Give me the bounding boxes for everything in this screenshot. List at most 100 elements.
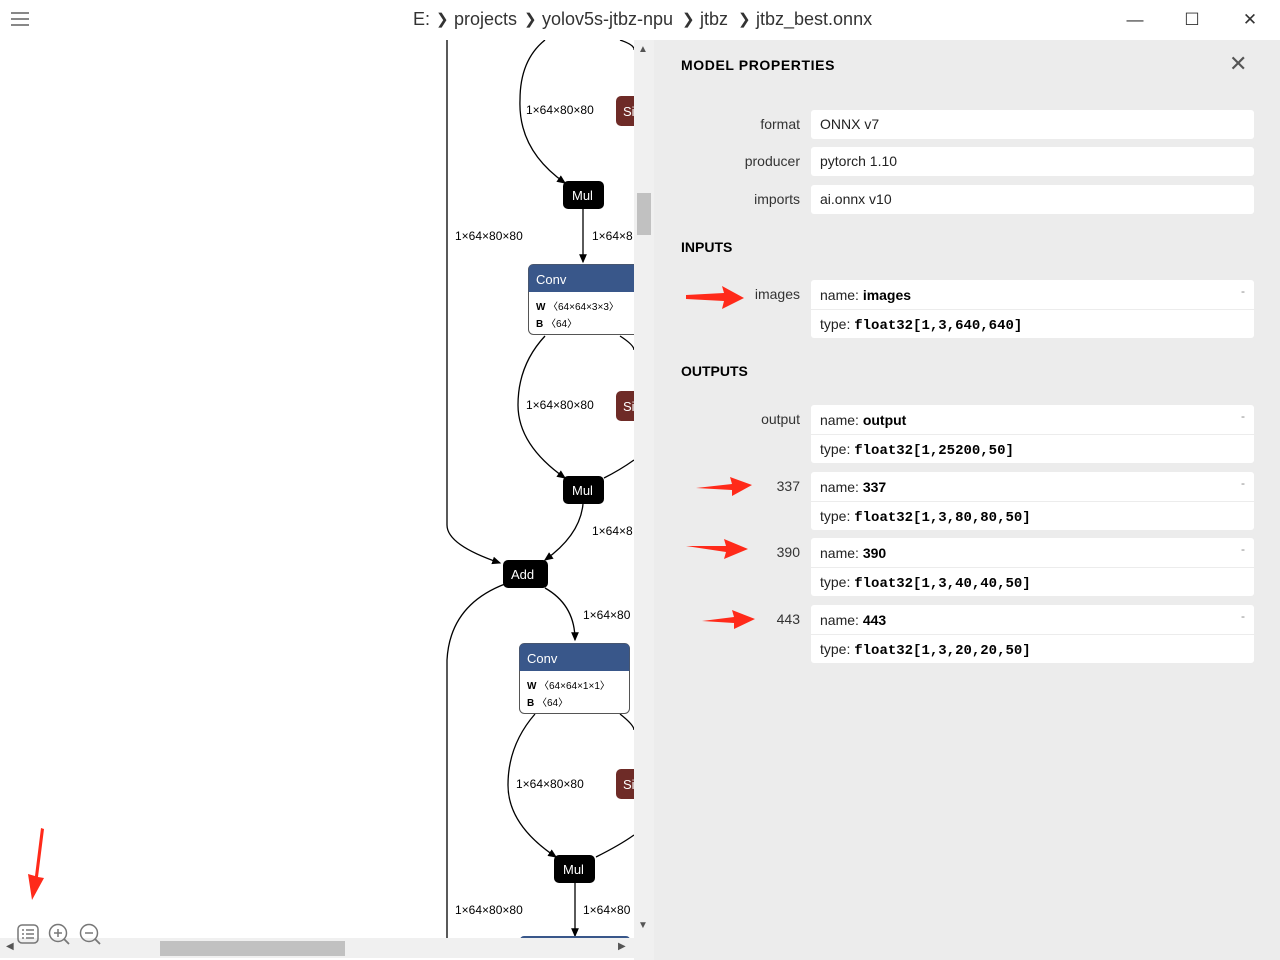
input-argument-images[interactable]: name: images - type: float32[1,3,640,640… [811,280,1254,338]
menu-button[interactable] [8,8,32,32]
chevron-right-icon: ❯ [738,11,751,28]
annotation-arrow-icon [696,477,752,496]
graph-edge [619,40,634,50]
edge-label: 1×64×8 [592,229,633,243]
expand-toggle[interactable]: - [1241,609,1245,623]
argument-name-row: name: output [820,412,907,428]
svg-text:Si: Si [623,777,634,792]
output-argument-443[interactable]: name: 443 - type: float32[1,3,20,20,50] [811,605,1254,663]
svg-text:Mul: Mul [572,483,593,498]
scroll-left-icon[interactable]: ◀ [6,941,14,952]
panel-title: MODEL PROPERTIES [681,57,836,73]
zoom-in-icon[interactable] [47,922,71,946]
argument-name-row: name: 337 [820,479,887,495]
zoom-out-icon[interactable] [78,922,102,946]
breadcrumb-projects[interactable]: projects [454,9,517,30]
horizontal-scroll-thumb[interactable] [160,941,345,956]
prop-label-format: format [760,116,800,132]
svg-text:〈64×64×1×1〉: 〈64×64×1×1〉 [539,680,610,692]
edge-label: 1×64×80×80 [455,229,523,243]
conv-node[interactable]: Conv W 〈64×64×1×1〉 B 〈64〉 [519,643,630,714]
svg-text:〈64〉: 〈64〉 [537,697,568,709]
edge-label: 1×64×80×80 [526,398,594,412]
vertical-scroll-thumb[interactable] [637,193,651,235]
outputs-header: OUTPUTS [681,363,748,379]
graph-edge [619,713,634,731]
svg-text:〈64×64×3×3〉: 〈64×64×3×3〉 [548,301,619,313]
argument-type-row: type: float32[1,3,20,20,50] [820,641,1031,659]
close-window-button[interactable]: ✕ [1235,7,1265,33]
graph-edge [543,503,584,561]
expand-toggle[interactable]: - [1241,476,1245,490]
argument-name-row: name: images [820,287,912,303]
svg-text:W: W [527,681,537,692]
expand-toggle[interactable]: - [1241,409,1245,423]
edge-label: 1×64×80×80 [455,903,523,917]
scroll-down-icon[interactable]: ▼ [638,920,648,931]
svg-text:Si: Si [623,399,634,414]
graph-edge [595,834,634,858]
graph-svg: 1×64×80×80 1×64×80×80 1×64×8 1×64×80×80 … [446,40,635,938]
annotation-arrow-icon [686,286,744,309]
mul-node[interactable]: Mul [563,181,604,209]
minimize-button[interactable]: — [1120,7,1150,33]
output-argument-390[interactable]: name: 390 - type: float32[1,3,40,40,50] [811,538,1254,596]
chevron-right-icon: ❯ [682,11,695,28]
expand-toggle[interactable]: - [1241,542,1245,556]
edge-label: 1×64×80×80 [516,777,584,791]
list-icon[interactable] [16,922,40,946]
close-icon[interactable]: ✕ [1229,52,1247,76]
scroll-right-icon[interactable]: ▶ [618,941,626,952]
breadcrumb-folder[interactable]: yolov5s-jtbz-npu [542,9,673,30]
scroll-up-icon[interactable]: ▲ [638,44,648,55]
add-node[interactable]: Add [503,560,548,588]
sigmoid-node[interactable]: Si [616,769,634,799]
prop-value-producer: pytorch 1.10 [811,147,1254,176]
graph-edge [446,583,506,938]
argument-name-row: name: 390 [820,545,887,561]
output-label-output: output [761,411,800,427]
svg-text:Conv: Conv [536,272,567,287]
expand-toggle[interactable]: - [1241,284,1245,298]
argument-name-row: name: 443 [820,612,887,628]
argument-type-row: type: float32[1,3,640,640] [820,316,1023,334]
svg-text:B: B [536,319,543,330]
maximize-button[interactable]: ☐ [1177,7,1207,33]
svg-text:Mul: Mul [563,862,584,877]
sigmoid-node[interactable]: Si [616,391,634,421]
argument-type-row: type: float32[1,25200,50] [820,441,1014,459]
breadcrumb-subfolder[interactable]: jtbz [700,9,728,30]
vertical-scrollbar[interactable] [634,40,654,938]
mul-node[interactable]: Mul [563,476,604,504]
breadcrumb-drive[interactable]: E: [413,9,430,30]
graph-edge [619,335,634,351]
svg-text:Conv: Conv [527,651,558,666]
argument-type-row: type: float32[1,3,80,80,50] [820,508,1031,526]
edge-label: 1×64×8 [592,524,633,538]
breadcrumb-file[interactable]: jtbz_best.onnx [756,9,872,30]
prop-label-producer: producer [744,153,800,169]
scrollbar-corner [634,938,654,960]
svg-text:Add: Add [511,567,534,582]
chevron-right-icon: ❯ [436,11,449,28]
sigmoid-node[interactable]: Si [616,96,634,126]
edge-label: 1×64×80×80 [526,103,594,117]
svg-text:Si: Si [623,104,634,119]
graph-edge [544,587,579,642]
argument-type-row: type: float32[1,3,40,40,50] [820,574,1031,592]
output-argument-337[interactable]: name: 337 - type: float32[1,3,80,80,50] [811,472,1254,530]
svg-text:〈64〉: 〈64〉 [546,318,577,330]
inputs-header: INPUTS [681,239,733,255]
prop-value-format: ONNX v7 [811,110,1254,139]
graph-edge [603,459,634,479]
mul-node[interactable]: Mul [554,855,595,883]
prop-label-imports: imports [754,191,800,207]
edge-label: 1×64×80 [583,608,631,622]
graph-canvas[interactable]: 1×64×80×80 1×64×80×80 1×64×8 1×64×80×80 … [0,40,634,938]
conv-node[interactable]: Conv W 〈64×64×3×3〉 B 〈64〉 [528,264,635,335]
svg-text:W: W [536,302,546,313]
svg-text:B: B [527,698,534,709]
prop-value-imports: ai.onnx v10 [811,185,1254,214]
output-argument-output[interactable]: name: output - type: float32[1,25200,50] [811,405,1254,463]
chevron-right-icon: ❯ [524,11,537,28]
